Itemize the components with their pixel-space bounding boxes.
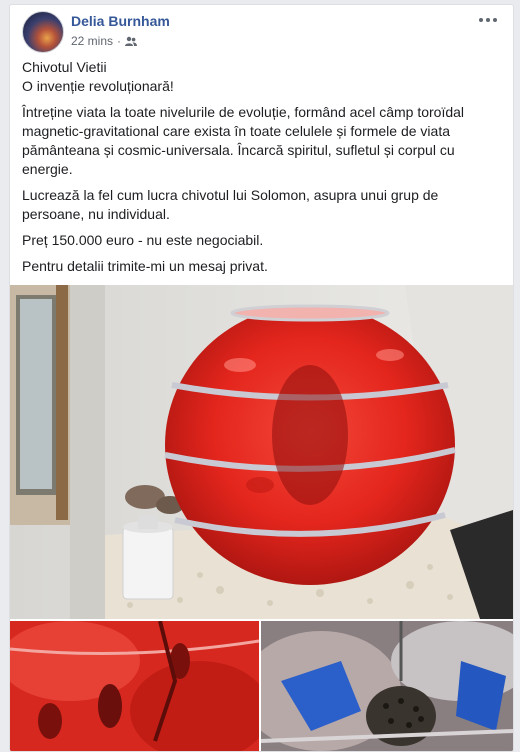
post-photo-main[interactable]: [10, 285, 513, 619]
post-paragraph: Lucrează la fel cum lucra chivotul lui S…: [22, 187, 439, 222]
post-photo-closeup-red[interactable]: [10, 621, 259, 751]
post-paragraph: Pentru detalii trimite-mi un mesaj priva…: [22, 258, 268, 274]
post-paragraph: Preț 150.000 euro - nu este negociabil.: [22, 232, 264, 248]
post-text: Chivotul Vietii O invenție revoluționară…: [22, 58, 502, 283]
dot: [493, 18, 497, 22]
dot: [486, 18, 490, 22]
more-options-icon[interactable]: [477, 13, 499, 27]
post-time[interactable]: 22 mins: [71, 34, 113, 48]
post-header: Delia Burnham 22 mins ·: [22, 11, 503, 55]
post-title-block: Chivotul Vietii O invenție revoluționară…: [22, 58, 502, 96]
author-avatar[interactable]: [22, 11, 64, 53]
post-paragraph: Întreține viata la toate nivelurile de e…: [22, 104, 465, 177]
post-card: Delia Burnham 22 mins · Chivotul Vietii …: [9, 4, 514, 752]
post-meta: 22 mins ·: [71, 34, 138, 48]
post-photo-interior[interactable]: [261, 621, 513, 751]
dot: [479, 18, 483, 22]
friends-icon[interactable]: [125, 36, 138, 47]
meta-separator: ·: [117, 34, 122, 48]
author-name[interactable]: Delia Burnham: [71, 13, 170, 29]
post-title: Chivotul Vietii: [22, 59, 107, 75]
post-tagline: O invenție revoluționară!: [22, 78, 174, 94]
